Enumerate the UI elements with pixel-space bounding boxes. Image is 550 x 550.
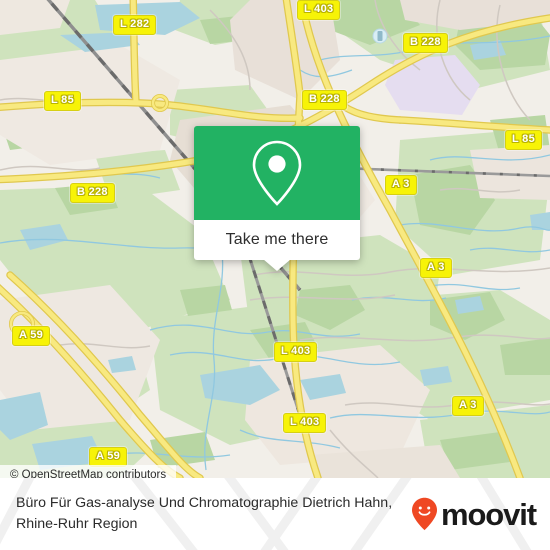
map-canvas[interactable]: L 282 L 403 B 228 L 85 B 228 L 85 B 228 A 3 A 3 A… xyxy=(0,0,550,478)
road-shield: B 228 xyxy=(302,90,347,110)
poi-marker-icon xyxy=(372,28,388,44)
map-attribution[interactable]: © OpenStreetMap contributors xyxy=(0,465,177,478)
road-shield: L 403 xyxy=(274,342,318,362)
destination-popup-card[interactable]: Take me there xyxy=(194,126,360,271)
road-shield: L 85 xyxy=(505,130,543,150)
moovit-map-screenshot: L 282 L 403 B 228 L 85 B 228 L 85 B 228 A 3 A 3 A… xyxy=(0,0,550,550)
popup-pin-panel xyxy=(194,126,360,220)
road-shield: A 3 xyxy=(452,396,484,416)
road-shield: B 228 xyxy=(403,33,448,53)
moovit-wordmark: moovit xyxy=(440,496,537,532)
road-shield: L 403 xyxy=(283,413,327,433)
moovit-brand[interactable]: moovit xyxy=(411,496,537,532)
footer-bar: Büro Für Gas-analyse Und Chromatographie… xyxy=(0,478,550,550)
road-shield: L 85 xyxy=(44,91,82,111)
road-shield: A 59 xyxy=(89,447,128,467)
road-shield: A 3 xyxy=(385,175,417,195)
road-shield: A 59 xyxy=(12,326,51,346)
road-shield: A 3 xyxy=(420,258,452,278)
footer-content: Büro Für Gas-analyse Und Chromatographie… xyxy=(0,478,550,550)
road-shield: L 282 xyxy=(113,15,157,35)
moovit-smiley-pin-icon xyxy=(411,497,437,531)
popup-tail-pointer xyxy=(263,259,291,271)
road-shield: L 403 xyxy=(297,0,341,20)
map-pin-icon xyxy=(252,140,302,206)
take-me-there-button[interactable]: Take me there xyxy=(194,220,360,260)
road-shield: B 228 xyxy=(70,183,115,203)
place-title: Büro Für Gas-analyse Und Chromatographie… xyxy=(16,495,393,532)
take-me-there-label: Take me there xyxy=(225,231,329,248)
